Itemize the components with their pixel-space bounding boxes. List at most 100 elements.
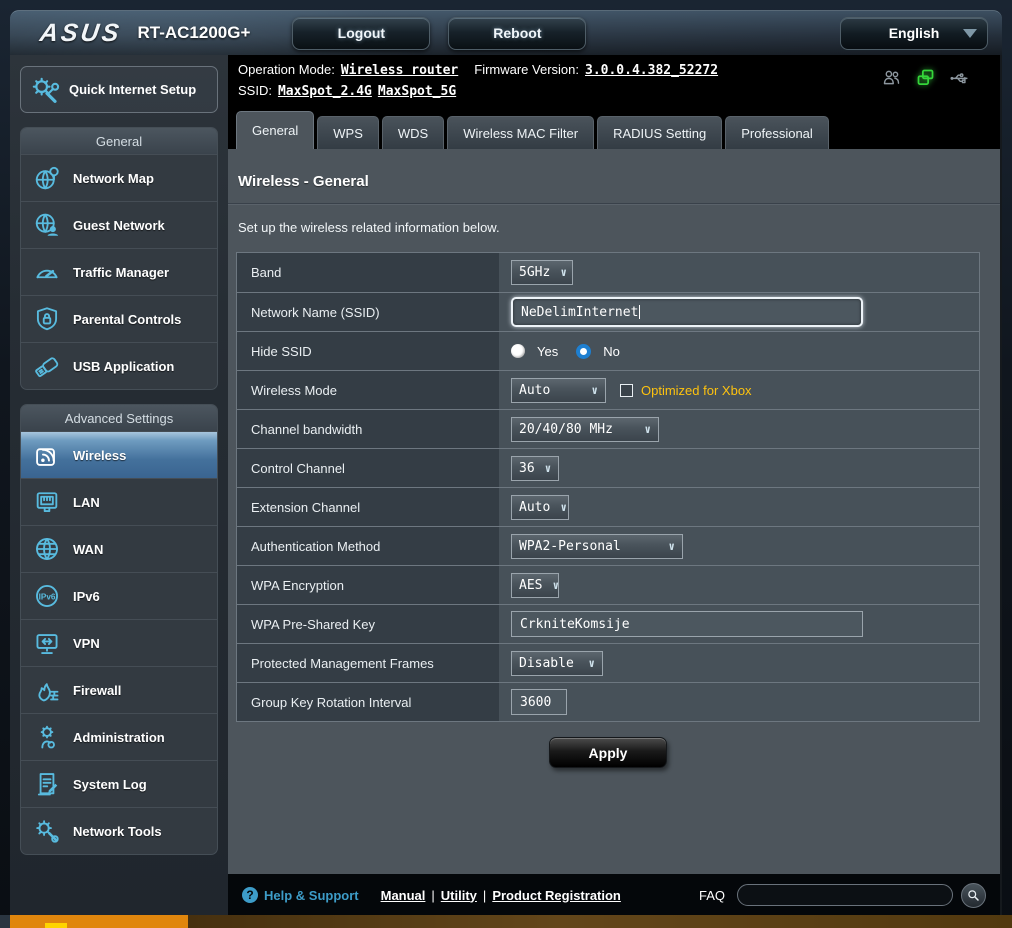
optimized-for-xbox-checkbox[interactable] bbox=[620, 384, 633, 397]
network-status-icon[interactable] bbox=[915, 67, 936, 88]
sidebar-group-general: GeneralNetwork MapGuest NetworkTraffic M… bbox=[20, 127, 218, 390]
field-label: Network Name (SSID) bbox=[251, 305, 380, 320]
network-name-ssid-input[interactable]: NeDelimInternet bbox=[511, 297, 863, 327]
ssid-5g-link[interactable]: MaxSpot_5G bbox=[378, 84, 456, 99]
sidebar-item-wireless[interactable]: Wireless bbox=[21, 431, 217, 478]
authentication-method-select[interactable]: WPA2-Personal ∨ bbox=[511, 534, 683, 559]
tab-wps[interactable]: WPS bbox=[317, 116, 379, 149]
settings-table: Band 5GHz∨ Network Name (SSID) NeDelimInter… bbox=[236, 252, 980, 722]
logout-button[interactable]: Logout bbox=[292, 17, 430, 50]
ssid-label: SSID: bbox=[238, 83, 272, 98]
operation-mode-label: Operation Mode: bbox=[238, 62, 335, 77]
sidebar-item-network-tools[interactable]: Network Tools bbox=[21, 807, 217, 854]
wpa-pre-shared-key-input[interactable]: CrkniteKomsije bbox=[511, 611, 863, 637]
band-select[interactable]: 5GHz∨ bbox=[511, 260, 573, 285]
extension-channel-select[interactable]: Auto∨ bbox=[511, 495, 569, 520]
field-label: Band bbox=[251, 265, 281, 280]
router-admin-window: ASUS RT-AC1200G+ Logout Reboot English Q… bbox=[10, 10, 1002, 915]
bottom-taskbar-strip bbox=[0, 915, 1012, 928]
network-map-icon bbox=[33, 164, 61, 192]
sidebar-item-network-map[interactable]: Network Map bbox=[21, 154, 217, 201]
status-icon-group bbox=[881, 67, 970, 88]
firmware-label: Firmware Version: bbox=[474, 62, 579, 77]
sidebar-item-administration[interactable]: Administration bbox=[21, 713, 217, 760]
usb-icon[interactable] bbox=[949, 67, 970, 88]
operation-mode-link[interactable]: Wireless router bbox=[341, 63, 458, 78]
tab-professional[interactable]: Professional bbox=[725, 116, 829, 149]
tab-bar: GeneralWPSWDSWireless MAC FilterRADIUS S… bbox=[228, 109, 1000, 149]
sidebar-item-vpn[interactable]: VPN bbox=[21, 619, 217, 666]
radio-label: No bbox=[603, 344, 620, 359]
sidebar-item-traffic-manager[interactable]: Traffic Manager bbox=[21, 248, 217, 295]
hide-ssid-radio-no[interactable] bbox=[576, 344, 591, 359]
sidebar-item-firewall[interactable]: Firewall bbox=[21, 666, 217, 713]
sidebar-item-lan[interactable]: LAN bbox=[21, 478, 217, 525]
gear-wrench-icon bbox=[29, 74, 61, 106]
link-separator: | bbox=[431, 888, 434, 903]
utility-link[interactable]: Utility bbox=[441, 888, 477, 903]
sidebar-item-wan[interactable]: WAN bbox=[21, 525, 217, 572]
clients-icon[interactable] bbox=[881, 67, 902, 88]
channel-bandwidth-select[interactable]: 20/40/80 MHz∨ bbox=[511, 417, 659, 442]
tab-radius-setting[interactable]: RADIUS Setting bbox=[597, 116, 722, 149]
lan-icon bbox=[33, 488, 61, 516]
tab-wireless-mac-filter[interactable]: Wireless MAC Filter bbox=[447, 116, 594, 149]
sidebar-item-usb-application[interactable]: USB Application bbox=[21, 342, 217, 389]
sidebar-group-title: General bbox=[21, 128, 217, 154]
apply-button[interactable]: Apply bbox=[549, 737, 667, 768]
ssid-24g-link[interactable]: MaxSpot_2.4G bbox=[278, 84, 372, 99]
form-row-network-name-ssid: Network Name (SSID) NeDelimInternet bbox=[237, 292, 979, 331]
tab-general[interactable]: General bbox=[236, 111, 314, 149]
sidebar-item-quick-internet-setup[interactable]: Quick Internet Setup bbox=[20, 66, 218, 113]
taskbar-yellow-notch bbox=[45, 923, 67, 928]
sidebar-item-label: VPN bbox=[73, 636, 100, 651]
sidebar-item-guest-network[interactable]: Guest Network bbox=[21, 201, 217, 248]
product-registration-link[interactable]: Product Registration bbox=[492, 888, 621, 903]
input-value: 3600 bbox=[520, 695, 551, 710]
form-row-hide-ssid: Hide SSIDYesNo bbox=[237, 331, 979, 370]
sidebar-item-ipv6[interactable]: IPv6IPv6 bbox=[21, 572, 217, 619]
wireless-mode-select[interactable]: Auto∨ bbox=[511, 378, 606, 403]
help-support-link[interactable]: Help & Support bbox=[264, 888, 359, 903]
wpa-encryption-select[interactable]: AES∨ bbox=[511, 573, 559, 598]
field-label: Extension Channel bbox=[251, 500, 360, 515]
language-dropdown[interactable]: English bbox=[840, 17, 988, 50]
form-row-channel-bandwidth: Channel bandwidth 20/40/80 MHz∨ bbox=[237, 409, 979, 448]
faq-label: FAQ bbox=[699, 888, 725, 903]
top-header-bar: ASUS RT-AC1200G+ Logout Reboot English bbox=[10, 11, 1002, 55]
chevron-down-icon: ∨ bbox=[644, 423, 651, 436]
field-label: Control Channel bbox=[251, 461, 345, 476]
chevron-down-icon: ∨ bbox=[560, 501, 567, 514]
form-row-extension-channel: Extension Channel Auto∨ bbox=[237, 487, 979, 526]
faq-search-button[interactable] bbox=[961, 883, 986, 908]
brand: ASUS RT-AC1200G+ bbox=[40, 19, 250, 48]
select-value: WPA2-Personal bbox=[519, 539, 621, 554]
form-row-wpa-pre-shared-key: WPA Pre-Shared KeyCrkniteKomsije bbox=[237, 604, 979, 643]
asus-logo: ASUS bbox=[38, 19, 124, 48]
form-row-wpa-encryption: WPA Encryption AES∨ bbox=[237, 565, 979, 604]
sidebar-item-parental-controls[interactable]: Parental Controls bbox=[21, 295, 217, 342]
firmware-version-link[interactable]: 3.0.0.4.382_52272 bbox=[585, 63, 718, 78]
manual-link[interactable]: Manual bbox=[381, 888, 426, 903]
faq-search-input[interactable] bbox=[737, 884, 953, 906]
vpn-icon bbox=[33, 629, 61, 657]
chevron-down-icon: ∨ bbox=[552, 579, 559, 592]
traffic-manager-icon bbox=[33, 258, 61, 286]
field-label: WPA Encryption bbox=[251, 578, 344, 593]
field-label: Channel bandwidth bbox=[251, 422, 362, 437]
reboot-button[interactable]: Reboot bbox=[448, 17, 586, 50]
control-channel-select[interactable]: 36∨ bbox=[511, 456, 559, 481]
field-label: Wireless Mode bbox=[251, 383, 337, 398]
tab-wds[interactable]: WDS bbox=[382, 116, 444, 149]
field-label: Protected Management Frames bbox=[251, 656, 434, 671]
divider bbox=[228, 203, 1000, 205]
hide-ssid-radio-yes[interactable] bbox=[511, 344, 525, 358]
page-description: Set up the wireless related information … bbox=[238, 220, 980, 235]
protected-management-frames-select[interactable]: Disable∨ bbox=[511, 651, 603, 676]
group-key-rotation-interval-input[interactable]: 3600 bbox=[511, 689, 567, 715]
sidebar-item-system-log[interactable]: System Log bbox=[21, 760, 217, 807]
chevron-down-icon: ∨ bbox=[668, 540, 675, 553]
sidebar-group-title: Advanced Settings bbox=[21, 405, 217, 431]
sidebar-item-label: Wireless bbox=[73, 448, 126, 463]
settings-panel: Wireless - General Set up the wireless r… bbox=[228, 149, 1000, 874]
